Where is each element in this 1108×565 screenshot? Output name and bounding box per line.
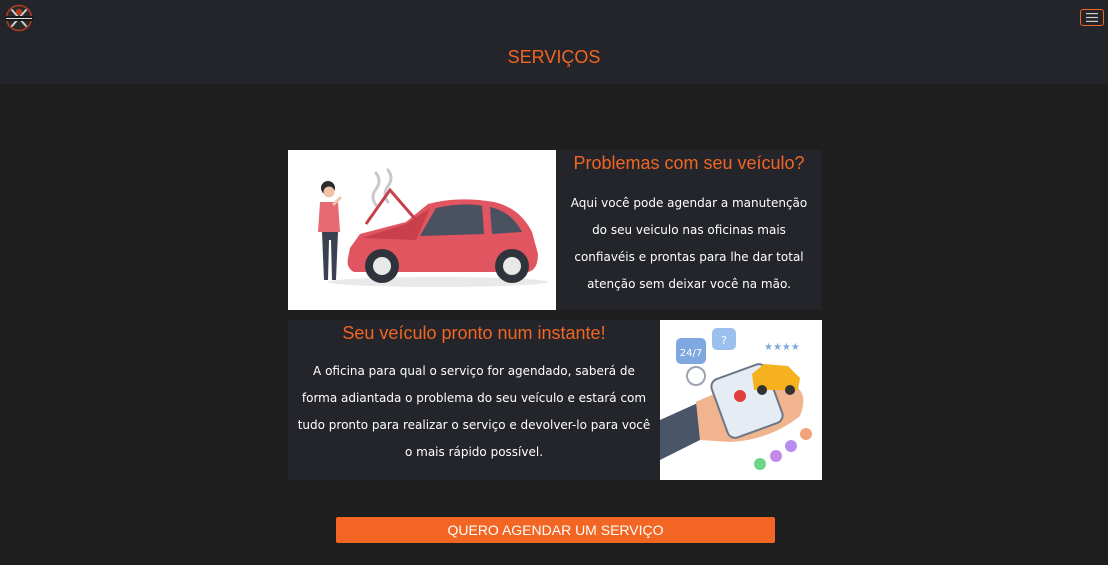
service-card-quick-text: Seu veículo pronto num instante! A ofici… [288, 320, 660, 480]
image-text-24-7: 24/7 [680, 348, 702, 359]
service-card-quick: Seu veículo pronto num instante! A ofici… [288, 320, 822, 480]
svg-text:★★★★: ★★★★ [764, 342, 800, 353]
service-card-problems: Problemas com seu veículo? Aqui você pod… [288, 150, 822, 310]
menu-toggle-button[interactable] [1080, 9, 1104, 26]
navbar [0, 0, 1108, 38]
card-title: Problemas com seu veículo? [573, 153, 805, 173]
broken-car-image [288, 150, 556, 310]
hamburger-icon [1086, 13, 1098, 22]
page-title: SERVIÇOS [507, 47, 601, 67]
card-title: Seu veículo pronto num instante! [342, 323, 606, 343]
card-description: Aqui você pode agendar a manutenção do s… [570, 196, 808, 291]
phone-car-service-image: 24/7 ? ★★★★ [660, 320, 822, 480]
card-description: A oficina para qual o serviço for agenda… [297, 364, 651, 459]
schedule-service-button[interactable]: QUERO AGENDAR UM SERVIÇO [336, 517, 775, 543]
brand-logo[interactable] [3, 4, 35, 32]
service-card-problems-text: Problemas com seu veículo? Aqui você pod… [556, 150, 822, 310]
image-text-question: ? [721, 334, 727, 347]
